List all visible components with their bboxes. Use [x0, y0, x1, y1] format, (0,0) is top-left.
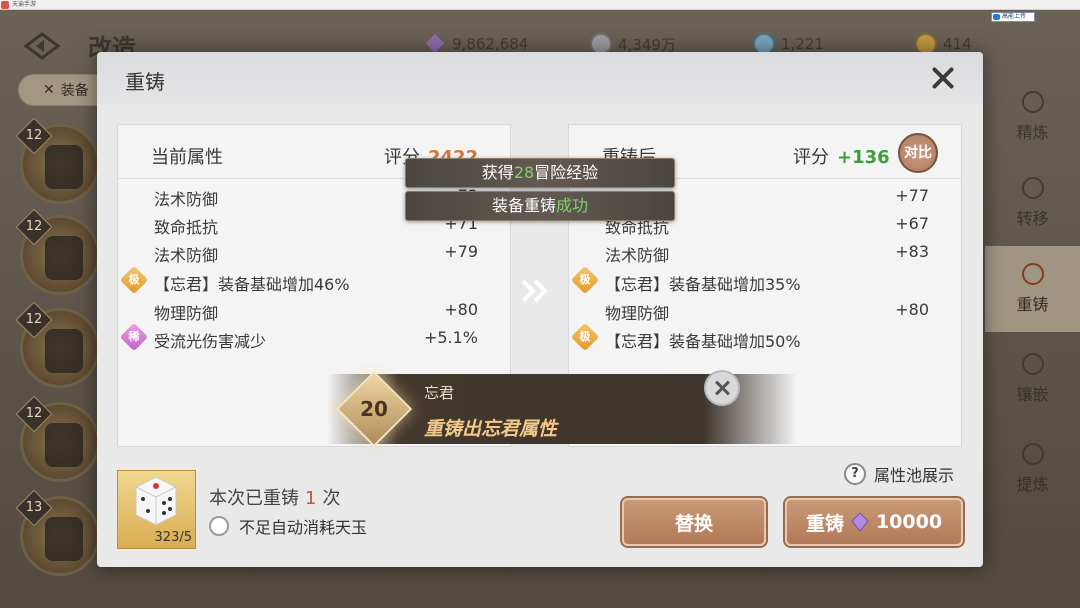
- reforge-success-toast: 装备重铸成功: [405, 191, 675, 221]
- equipment-icon: [45, 236, 83, 280]
- extreme-badge-icon: 极: [570, 322, 600, 352]
- nav-inlay[interactable]: 镶嵌: [985, 336, 1080, 422]
- attribute-name: 【忘君】装备基础增加46%: [154, 275, 350, 294]
- auto-consume-radio[interactable]: [209, 516, 229, 536]
- attribute-row: 法术防御 +83: [569, 238, 961, 266]
- reforge-label: 重铸: [805, 512, 844, 535]
- dialog-header: 重铸: [97, 52, 983, 104]
- double-arrow-right-icon: [521, 279, 548, 303]
- inlay-icon: [1021, 353, 1044, 375]
- replace-button[interactable]: 替换: [622, 498, 766, 546]
- attribute-name: 致命抵抗: [154, 218, 219, 237]
- extract-icon: [1021, 443, 1044, 465]
- attribute-value: +67: [895, 214, 929, 233]
- equipment-slot[interactable]: 12: [15, 395, 100, 482]
- attribute-name: 受流光伤害减少: [154, 332, 267, 351]
- auto-consume-option[interactable]: 不足自动消耗天玉: [209, 514, 367, 538]
- attribute-name: 【忘君】装备基础增加35%: [605, 275, 801, 294]
- exp-value: 28: [513, 163, 535, 182]
- attribute-row: 物理防御 +80: [569, 296, 961, 324]
- upload-button[interactable]: 高能上传: [991, 12, 1035, 22]
- equipment-icon: [45, 329, 83, 373]
- attribute-name: 法术防御: [605, 246, 670, 265]
- window-titlebar: 天谕手游: [0, 0, 1080, 10]
- auto-consume-label: 不足自动消耗天玉: [239, 518, 368, 537]
- extreme-badge-icon: 极: [570, 265, 600, 295]
- attribute-name: 法术防御: [154, 246, 219, 265]
- dice-icon: [135, 476, 177, 526]
- reforge-button[interactable]: 重铸 10000: [785, 498, 963, 546]
- equipment-icon: [45, 423, 83, 467]
- close-icon: ✕: [43, 82, 55, 98]
- reforge-count-value: 1: [305, 488, 317, 509]
- equipment-slot[interactable]: 12: [15, 301, 100, 388]
- nav-label: 镶嵌: [1016, 385, 1049, 404]
- panel-title: 当前属性: [151, 147, 223, 168]
- attribute-pool-label: 属性池展示: [874, 466, 955, 485]
- material-count: 323/5: [154, 530, 192, 545]
- rare-badge-icon: 稀: [119, 322, 149, 352]
- attribute-name: 物理防御: [154, 304, 219, 323]
- attribute-row: 法术防御 +79: [118, 238, 510, 266]
- filter-label: 装备: [60, 83, 89, 99]
- app-icon: [1, 1, 9, 9]
- attribute-value: +80: [895, 300, 929, 319]
- back-arrow-icon[interactable]: [22, 30, 62, 62]
- nav-extract[interactable]: 提炼: [985, 426, 1080, 512]
- attribute-row: 极 【忘君】装备基础增加35%: [569, 265, 961, 295]
- purple-crystal-icon: [851, 512, 869, 532]
- attribute-value: +79: [444, 242, 478, 261]
- nav-label: 转移: [1016, 209, 1049, 228]
- reforge-cost: 10000: [875, 511, 943, 533]
- nav-transfer[interactable]: 转移: [985, 160, 1080, 246]
- dialog-title: 重铸: [125, 70, 165, 94]
- score-diff-value: +136: [837, 147, 890, 168]
- success-text: 成功: [556, 196, 589, 215]
- attribute-name: 物理防御: [605, 304, 670, 323]
- attribute-value: +77: [895, 186, 929, 205]
- reforge-dialog: 重铸 当前属性 评分2422 法术防御 +72 致命抵抗 +71 法术防御 +7…: [97, 52, 983, 567]
- compare-button[interactable]: 对比: [898, 133, 938, 173]
- attribute-row: 极 【忘君】装备基础增加46%: [118, 265, 510, 295]
- extreme-badge-icon: 极: [119, 265, 149, 295]
- equipment-slot[interactable]: 13: [15, 489, 100, 576]
- reforge-icon: [1021, 263, 1044, 285]
- nav-label: 提炼: [1016, 475, 1049, 494]
- score: 评分 +136: [793, 147, 890, 168]
- close-icon[interactable]: [929, 64, 957, 92]
- attribute-row: 稀 受流光伤害减少 +5.1%: [118, 322, 510, 352]
- attribute-row: 物理防御 +80: [118, 296, 510, 324]
- nav-reforge[interactable]: 重铸: [985, 246, 1080, 332]
- attribute-row: 极 【忘君】装备基础增加50%: [569, 322, 961, 352]
- equipment-icon: [45, 517, 83, 561]
- banner-text: 重铸出忘君属性: [424, 418, 558, 440]
- nav-label: 重铸: [1016, 295, 1049, 314]
- equipment-slot[interactable]: 12: [15, 208, 100, 295]
- refine-icon: [1021, 91, 1044, 113]
- equipment-icon: [45, 145, 83, 189]
- attribute-pool-link[interactable]: ? 属性池展示: [844, 462, 954, 486]
- reforge-count-text: 本次已重铸 1 次: [209, 488, 341, 509]
- banner-name: 忘君: [424, 384, 455, 402]
- nav-refine[interactable]: 精炼: [985, 74, 1080, 160]
- attribute-value: +5.1%: [423, 328, 478, 347]
- attribute-value: +83: [895, 242, 929, 261]
- attribute-name: 法术防御: [154, 190, 219, 209]
- equipment-slot[interactable]: 12: [15, 117, 100, 204]
- transfer-icon: [1021, 177, 1044, 199]
- nav-label: 精炼: [1016, 123, 1049, 142]
- resource-value: 9,862,684: [452, 35, 529, 53]
- exp-gain-toast: 获得28冒险经验: [405, 158, 675, 188]
- attribute-value: +80: [444, 300, 478, 319]
- resource-value: 414: [943, 35, 972, 53]
- resource-value: 1,221: [781, 35, 824, 53]
- help-icon: ?: [844, 463, 866, 485]
- attribute-name: 【忘君】装备基础增加50%: [605, 332, 801, 351]
- window-title: 天谕手游: [12, 1, 37, 8]
- close-icon[interactable]: [704, 370, 740, 406]
